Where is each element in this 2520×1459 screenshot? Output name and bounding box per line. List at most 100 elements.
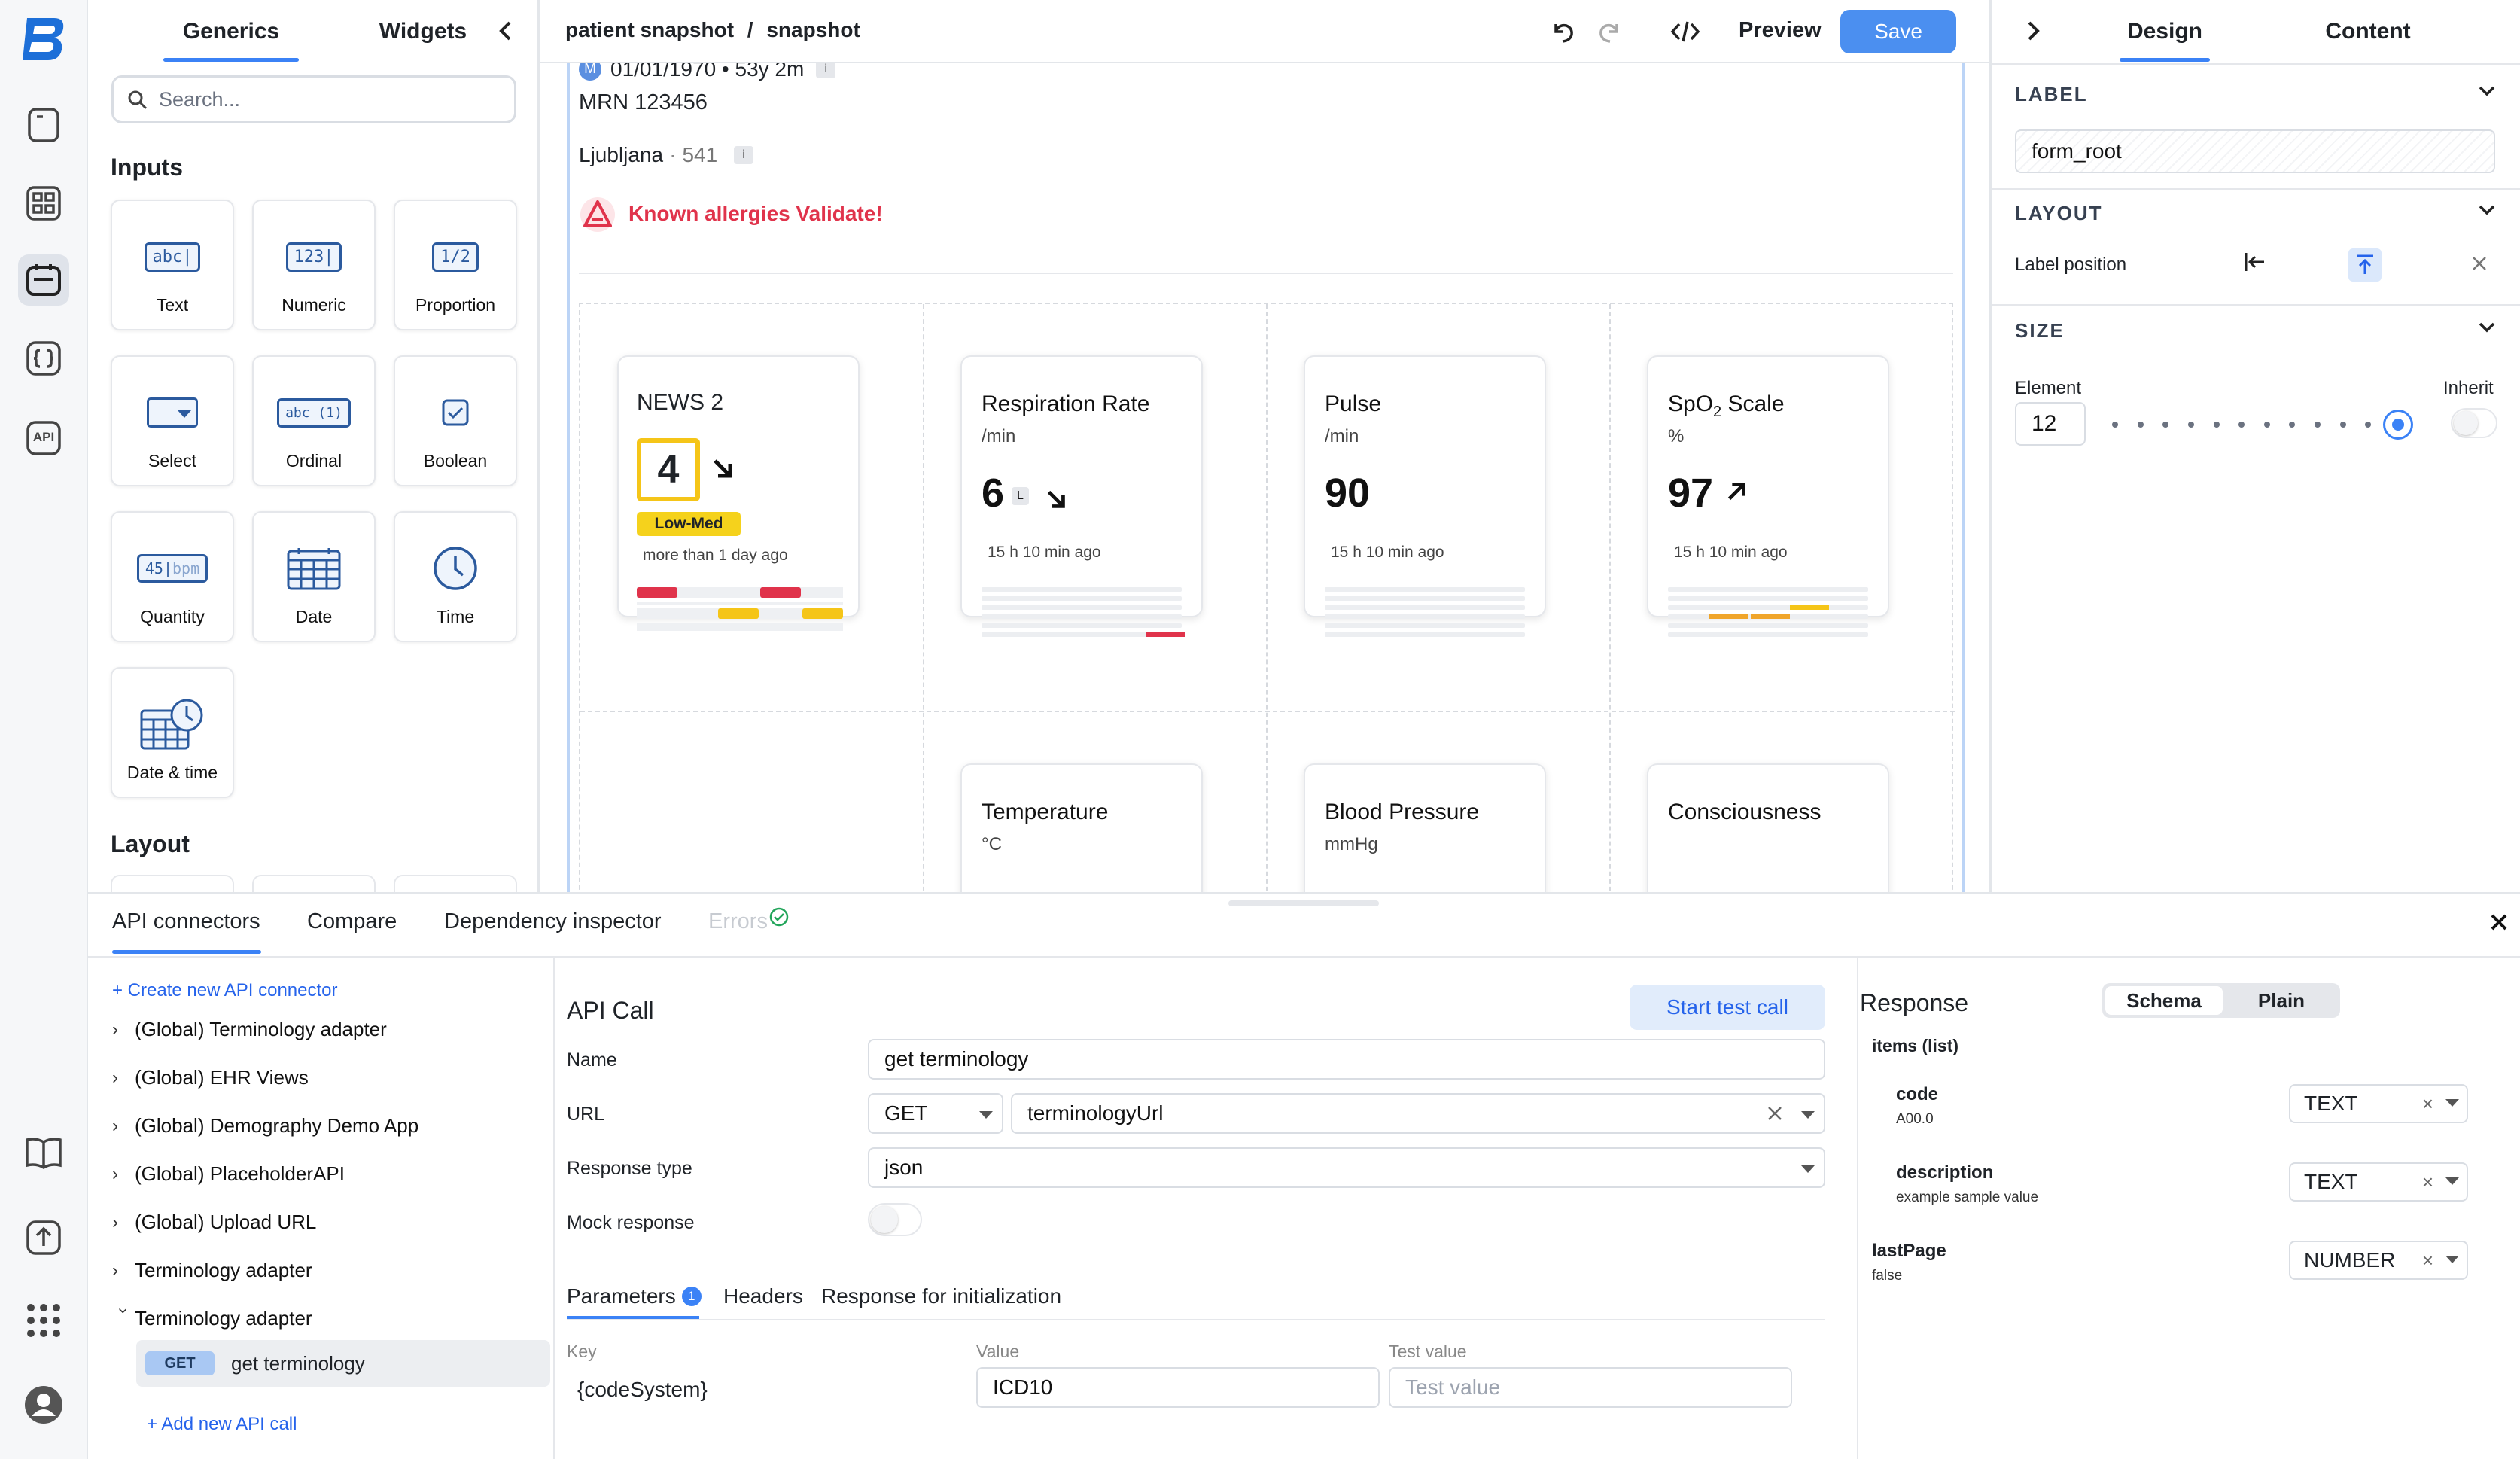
undo-icon[interactable]: [1548, 18, 1575, 49]
braces-icon[interactable]: [18, 333, 69, 384]
breadcrumb-root[interactable]: patient snapshot: [565, 18, 734, 41]
schema-button[interactable]: Schema: [2105, 986, 2223, 1015]
resize-handle[interactable]: [1228, 900, 1379, 906]
tile-time[interactable]: Time: [394, 511, 517, 642]
redo-icon[interactable]: [1597, 18, 1624, 49]
tab-headers[interactable]: Headers: [723, 1284, 803, 1308]
url-input[interactable]: terminologyUrl: [1011, 1093, 1825, 1134]
response-type-select[interactable]: json: [868, 1147, 1825, 1188]
connector-item[interactable]: › (Global) PlaceholderAPI: [112, 1162, 345, 1186]
tab-widgets[interactable]: Widgets: [355, 0, 491, 63]
chevron-down-icon[interactable]: [2476, 199, 2497, 220]
connector-item[interactable]: › (Global) Terminology adapter: [112, 1018, 387, 1041]
app-logo[interactable]: B: [20, 14, 69, 63]
element-size-input[interactable]: 12: [2015, 402, 2086, 446]
label-left-icon[interactable]: [2242, 248, 2269, 279]
method-select[interactable]: GET: [868, 1093, 1003, 1134]
tab-content[interactable]: Content: [2308, 0, 2428, 63]
info-icon[interactable]: i: [734, 146, 754, 164]
temperature-card[interactable]: Temperature °C: [960, 763, 1203, 892]
param-test-input[interactable]: Test value: [1389, 1367, 1792, 1408]
tile-date[interactable]: Date: [252, 511, 376, 642]
tab-api-connectors[interactable]: API connectors: [112, 909, 260, 934]
save-button[interactable]: Save: [1840, 10, 1956, 53]
chevron-down-icon[interactable]: [2476, 316, 2497, 337]
connector-item[interactable]: › (Global) Demography Demo App: [112, 1114, 418, 1138]
news2-card[interactable]: NEWS 2 4 Low-Med more than 1 day ago: [617, 355, 860, 631]
start-test-call-button[interactable]: Start test call: [1630, 985, 1825, 1030]
book-icon[interactable]: [18, 1128, 69, 1179]
field-type-select[interactable]: NUMBER ×: [2289, 1241, 2468, 1280]
slider-thumb[interactable]: [2383, 410, 2413, 440]
form-icon[interactable]: [18, 254, 69, 306]
upload-icon[interactable]: [18, 1212, 69, 1263]
search-input[interactable]: Search...: [111, 75, 516, 123]
info-icon[interactable]: i: [816, 63, 836, 78]
size-slider[interactable]: [2105, 408, 2413, 441]
api-call-item-selected[interactable]: GET get terminology: [136, 1340, 550, 1387]
document-icon[interactable]: [18, 99, 69, 151]
tile-ordinal[interactable]: abc (1) Ordinal: [252, 355, 376, 486]
create-connector-link[interactable]: + Create new API connector: [112, 980, 338, 1001]
inherit-toggle[interactable]: [2451, 408, 2497, 438]
preview-button[interactable]: Preview: [1739, 18, 1822, 43]
field-type-select[interactable]: TEXT ×: [2289, 1084, 2468, 1123]
trend-down-right-icon: [714, 459, 732, 478]
blood-pressure-card[interactable]: Blood Pressure mmHg: [1304, 763, 1546, 892]
mock-response-toggle[interactable]: [868, 1203, 922, 1236]
tab-design[interactable]: Design: [2120, 0, 2210, 63]
name-input[interactable]: get terminology: [868, 1039, 1825, 1080]
tab-compare[interactable]: Compare: [307, 909, 397, 934]
tile-boolean[interactable]: Boolean: [394, 355, 517, 486]
apps-grid-icon[interactable]: [18, 1295, 69, 1346]
components-icon[interactable]: [18, 178, 69, 229]
field-type-select[interactable]: TEXT ×: [2289, 1162, 2468, 1202]
tile-text[interactable]: abc| Text: [111, 200, 234, 330]
api-call-title: API Call: [567, 997, 654, 1024]
tile-select[interactable]: Select: [111, 355, 234, 486]
allergy-warning[interactable]: Known allergies Validate!: [579, 196, 883, 232]
param-count-badge: 1: [681, 1287, 702, 1306]
api-icon[interactable]: API: [18, 413, 69, 464]
consciousness-card[interactable]: Consciousness: [1647, 763, 1889, 892]
tile-quantity[interactable]: 45|bpm Quantity: [111, 511, 234, 642]
tab-response-init[interactable]: Response for initialization: [821, 1284, 1061, 1308]
col-key: Key: [567, 1342, 597, 1361]
chevron-down-icon[interactable]: [2476, 80, 2497, 101]
connector-item-expanded[interactable]: › Terminology adapter: [112, 1307, 312, 1330]
respiration-card[interactable]: Respiration Rate /min 6L 15 h 10 min ago: [960, 355, 1203, 637]
close-icon[interactable]: [2488, 911, 2510, 934]
tab-generics[interactable]: Generics: [163, 0, 299, 63]
tab-parameters[interactable]: Parameters 1: [567, 1284, 702, 1308]
connector-item[interactable]: › (Global) Upload URL: [112, 1211, 316, 1234]
tile-proportion[interactable]: 1/2 Proportion: [394, 200, 517, 330]
text-icon: abc|: [144, 242, 201, 272]
tile-label: Text: [156, 295, 189, 315]
tile-label: Boolean: [423, 451, 488, 471]
clear-icon[interactable]: ×: [2422, 1092, 2433, 1116]
connector-item[interactable]: › (Global) EHR Views: [112, 1066, 309, 1089]
clear-icon[interactable]: [1767, 1105, 1783, 1122]
clear-icon[interactable]: ×: [2422, 1249, 2433, 1272]
expand-panel-icon[interactable]: [2022, 20, 2044, 46]
clock-icon: [434, 547, 477, 590]
card-unit: %: [1668, 426, 1685, 446]
spo2-card[interactable]: SpO2 Scale % 97 15 h 10 min ago: [1647, 355, 1889, 637]
pulse-card[interactable]: Pulse /min 90 15 h 10 min ago: [1304, 355, 1546, 637]
label-input[interactable]: form_root: [2015, 129, 2495, 173]
connector-item[interactable]: › Terminology adapter: [112, 1259, 312, 1282]
tile-date-time[interactable]: Date & time: [111, 667, 234, 798]
tab-errors[interactable]: Errors: [708, 909, 768, 934]
size-section: [1992, 304, 2520, 306]
plain-button[interactable]: Plain: [2226, 986, 2337, 1015]
code-view-icon[interactable]: [1670, 18, 1700, 49]
tab-dependency-inspector[interactable]: Dependency inspector: [444, 909, 662, 934]
add-api-call-link[interactable]: + Add new API call: [147, 1414, 297, 1435]
user-avatar-icon[interactable]: [18, 1379, 69, 1430]
clear-position-icon[interactable]: [2470, 254, 2488, 276]
clear-icon[interactable]: ×: [2422, 1171, 2433, 1194]
param-value-input[interactable]: ICD10: [976, 1367, 1380, 1408]
tile-numeric[interactable]: 123| Numeric: [252, 200, 376, 330]
label-top-icon[interactable]: [2348, 248, 2382, 282]
collapse-panel-icon[interactable]: [495, 20, 517, 42]
